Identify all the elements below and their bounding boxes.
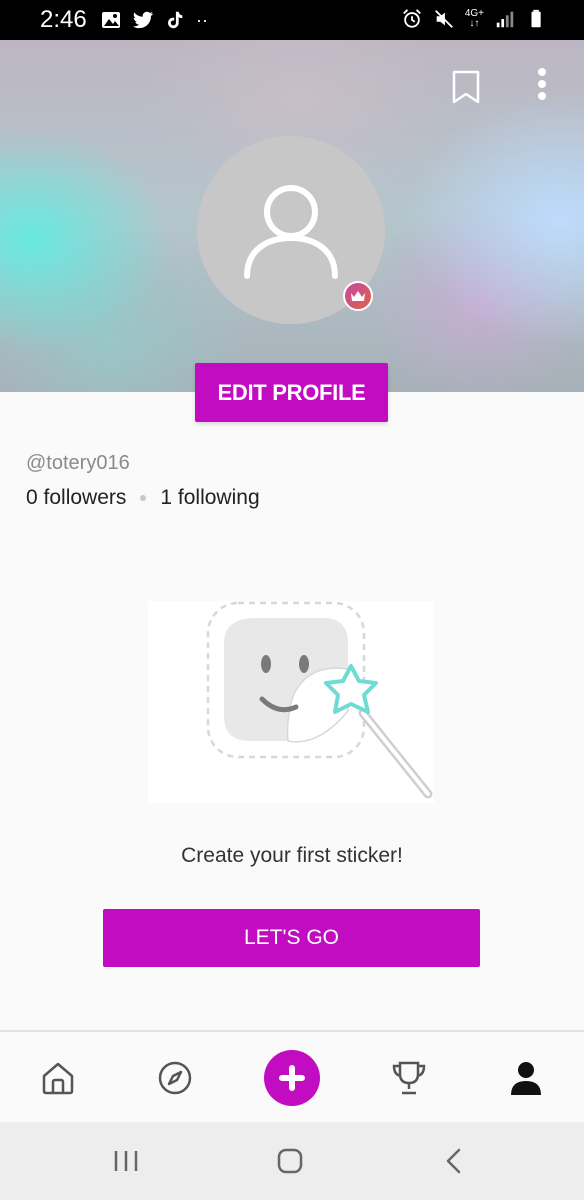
battery-icon [531, 9, 541, 28]
premium-badge [343, 281, 373, 311]
bookmark-icon[interactable] [450, 70, 482, 104]
alarm-icon [402, 9, 421, 28]
username: @totery016 [26, 452, 130, 474]
followers-count[interactable]: 0 followers [26, 486, 126, 510]
status-time: 2:46 [40, 6, 87, 33]
recents-icon [114, 1151, 138, 1171]
edit-profile-button[interactable]: EDIT PROFILE [195, 363, 388, 422]
gallery-icon [102, 12, 120, 28]
profile-stats: 0 followers 1 following [26, 486, 260, 510]
notification-icons: ·· [100, 9, 208, 31]
status-bar: 2:46 ·· 4G+ ↓↑ [0, 0, 584, 40]
following-count[interactable]: 1 following [160, 486, 259, 510]
nav-explore[interactable] [117, 1032, 233, 1124]
nav-profile[interactable] [468, 1032, 584, 1124]
tiktok-icon [168, 11, 183, 29]
user-placeholder-icon [244, 185, 338, 279]
more-vertical-icon[interactable] [530, 66, 554, 106]
recents-button[interactable] [76, 1122, 176, 1200]
person-icon [511, 1062, 541, 1095]
mute-icon [434, 10, 453, 28]
bottom-navigation [0, 1030, 584, 1122]
network-icon: 4G+ ↓↑ [464, 8, 484, 29]
crown-icon [351, 291, 365, 301]
nav-home[interactable] [0, 1032, 116, 1124]
trophy-icon [392, 1061, 426, 1095]
nav-challenges[interactable] [351, 1032, 467, 1124]
nav-create[interactable] [234, 1032, 350, 1124]
empty-state-illustration [148, 601, 434, 803]
home-icon [42, 1062, 74, 1095]
lets-go-button[interactable]: LET'S GO [103, 909, 480, 967]
system-navigation [0, 1122, 584, 1200]
empty-state-message: Create your first sticker! [181, 844, 403, 867]
back-button[interactable] [403, 1122, 503, 1200]
more-notifications-icon: ·· [196, 10, 208, 30]
home-system-button[interactable] [240, 1122, 340, 1200]
create-button[interactable] [264, 1050, 320, 1106]
twitter-icon [132, 11, 154, 29]
profile-banner [0, 40, 584, 392]
sticker-magic-wand-icon [206, 601, 433, 799]
plus-icon [279, 1065, 305, 1091]
back-icon [446, 1148, 461, 1174]
separator-dot [140, 495, 147, 501]
system-status-icons: 4G+ ↓↑ [401, 8, 548, 30]
signal-icon [496, 11, 514, 28]
compass-icon [158, 1061, 192, 1095]
home-circle-icon [277, 1148, 303, 1174]
